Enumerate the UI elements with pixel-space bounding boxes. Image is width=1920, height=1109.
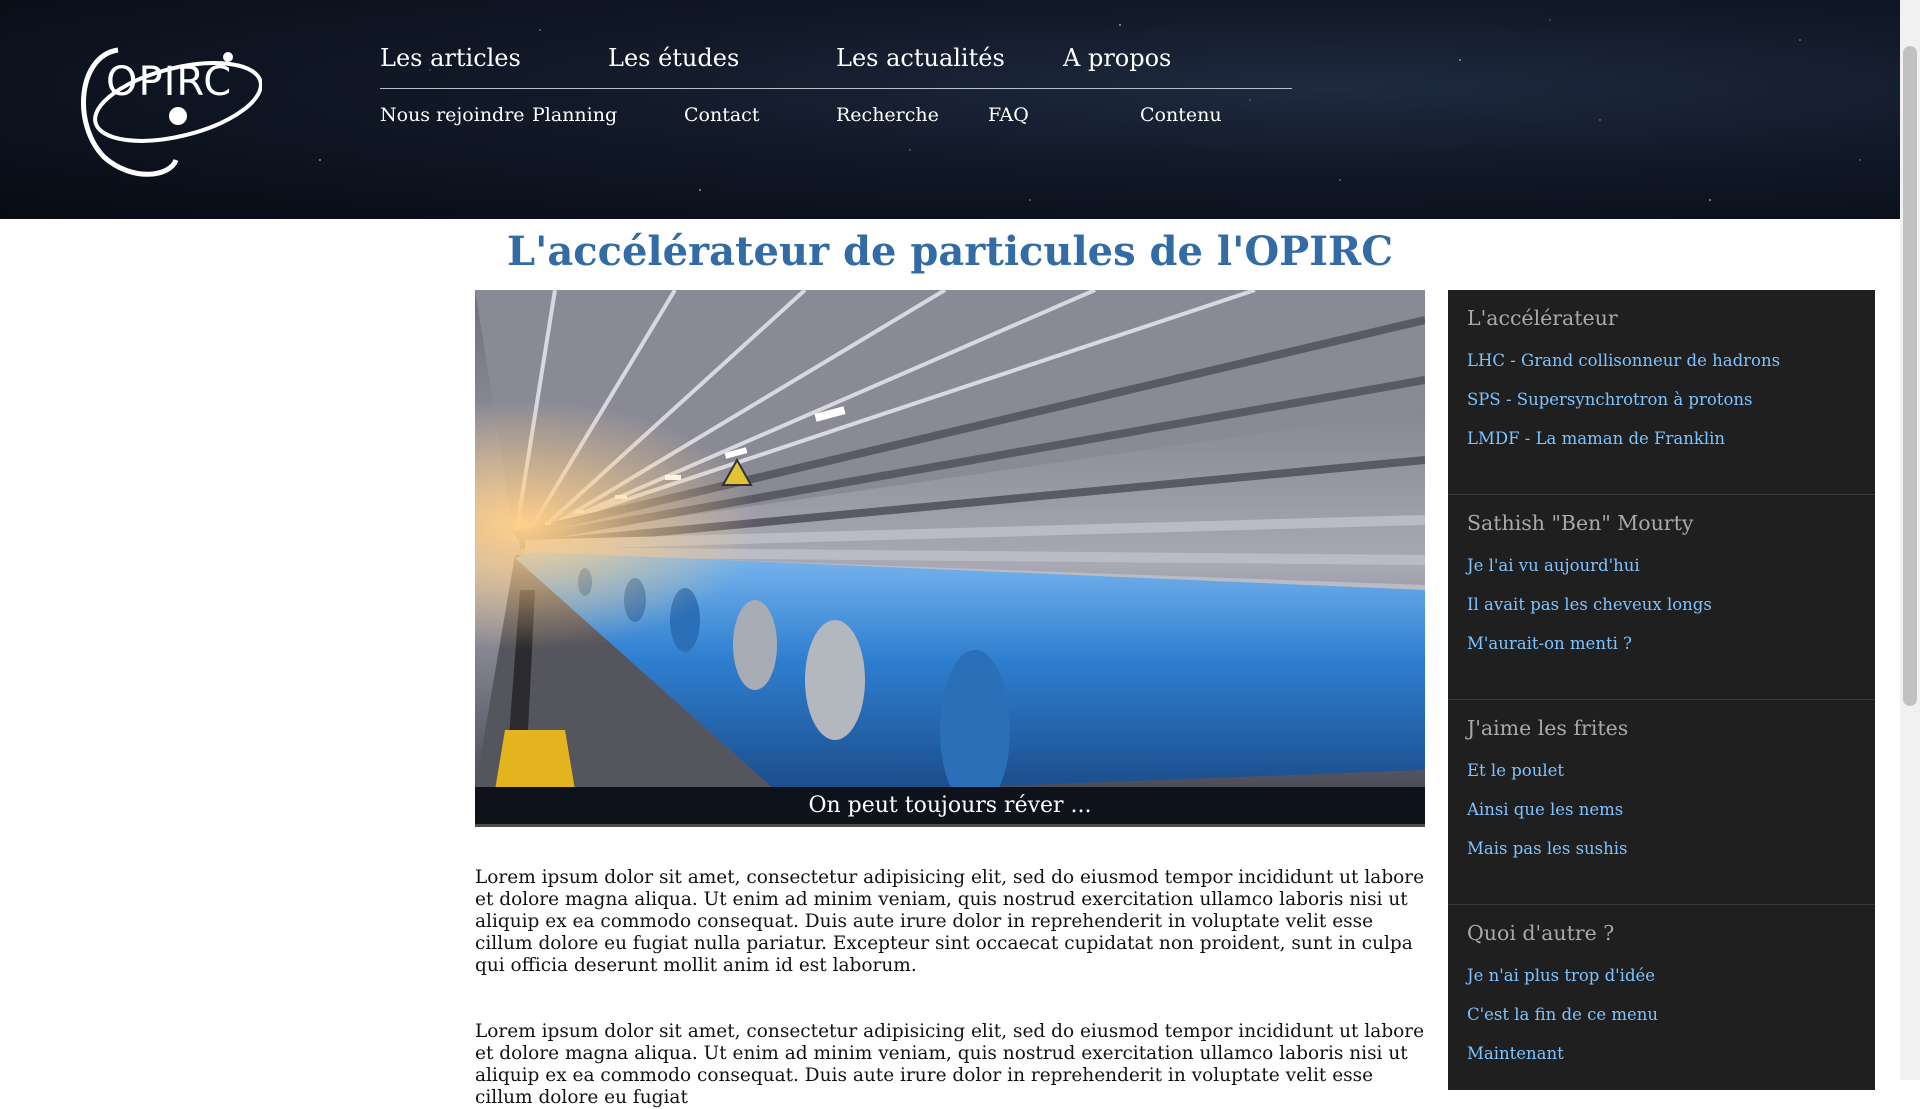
page-title: L'accélérateur de particules de l'OPIRC: [506, 228, 1394, 275]
sidebar-link-vu-aujourdhui[interactable]: Je l'ai vu aujourd'hui: [1467, 556, 1640, 575]
sidebar-link-plus-didee[interactable]: Je n'ai plus trop d'idée: [1467, 966, 1655, 985]
sidebar-link-lmdf[interactable]: LMDF - La maman de Franklin: [1467, 429, 1725, 448]
sidebar-link-sushis[interactable]: Mais pas les sushis: [1467, 839, 1628, 858]
nav-actualites[interactable]: Les actualités: [836, 44, 1005, 72]
nav-etudes[interactable]: Les études: [608, 44, 739, 72]
sidebar-link-maintenant[interactable]: Maintenant: [1467, 1044, 1564, 1063]
body-paragraph: Lorem ipsum dolor sit amet, consectetur …: [475, 1021, 1425, 1108]
sidebar-section-accelerateur: L'accélérateur LHC - Grand collisonneur …: [1448, 290, 1875, 495]
sidebar-link-cheveux-longs[interactable]: Il avait pas les cheveux longs: [1467, 595, 1712, 614]
sidebar-heading: Sathish "Ben" Mourty: [1467, 511, 1694, 535]
sidebar-heading: L'accélérateur: [1467, 306, 1618, 330]
nav-nous-rejoindre[interactable]: Nous rejoindre: [380, 104, 525, 126]
sidebar-section-mourty: Sathish "Ben" Mourty Je l'ai vu aujourd'…: [1448, 495, 1875, 700]
sidebar-link-fin-menu[interactable]: C'est la fin de ce menu: [1467, 1005, 1658, 1024]
primary-nav: Les articles Les études Les actualités A…: [380, 40, 1292, 89]
sidebar-heading: J'aime les frites: [1467, 716, 1629, 740]
accelerator-figure: On peut toujours réver ...: [475, 290, 1425, 827]
sidebar-link-sps[interactable]: SPS - Supersynchrotron à protons: [1467, 390, 1752, 409]
nav-faq[interactable]: FAQ: [988, 104, 1029, 126]
nav-articles[interactable]: Les articles: [380, 44, 521, 72]
sidebar-section-frites: J'aime les frites Et le poulet Ainsi que…: [1448, 700, 1875, 905]
nav-contenu[interactable]: Contenu: [1140, 104, 1222, 126]
accelerator-tunnel-image: [475, 290, 1425, 790]
page-scrollbar[interactable]: [1900, 0, 1920, 1080]
logo-text: OPIRC: [106, 59, 233, 105]
sidebar-section-quoi-dautre: Quoi d'autre ? Je n'ai plus trop d'idée …: [1448, 905, 1875, 1109]
secondary-nav: Nous rejoindre Planning Contact Recherch…: [380, 104, 1292, 134]
sidebar-link-menti[interactable]: M'aurait-on menti ?: [1467, 634, 1632, 653]
scrollbar-thumb[interactable]: [1903, 46, 1917, 706]
sidebar-menu: L'accélérateur LHC - Grand collisonneur …: [1448, 290, 1875, 1090]
sidebar-heading: Quoi d'autre ?: [1467, 921, 1615, 945]
nav-recherche[interactable]: Recherche: [836, 104, 939, 126]
opirc-logo[interactable]: OPIRC: [78, 42, 263, 178]
sidebar-link-nems[interactable]: Ainsi que les nems: [1467, 800, 1623, 819]
site-header: OPIRC Les articles Les études Les actual…: [0, 0, 1900, 219]
nav-planning[interactable]: Planning: [532, 104, 617, 126]
body-paragraph: Lorem ipsum dolor sit amet, consectetur …: [475, 867, 1425, 976]
sidebar-link-lhc[interactable]: LHC - Grand collisonneur de hadrons: [1467, 351, 1780, 370]
nav-a-propos[interactable]: A propos: [1063, 44, 1171, 72]
nav-contact[interactable]: Contact: [684, 104, 759, 126]
sidebar-link-poulet[interactable]: Et le poulet: [1467, 761, 1564, 780]
figure-caption: On peut toujours réver ...: [475, 787, 1425, 827]
